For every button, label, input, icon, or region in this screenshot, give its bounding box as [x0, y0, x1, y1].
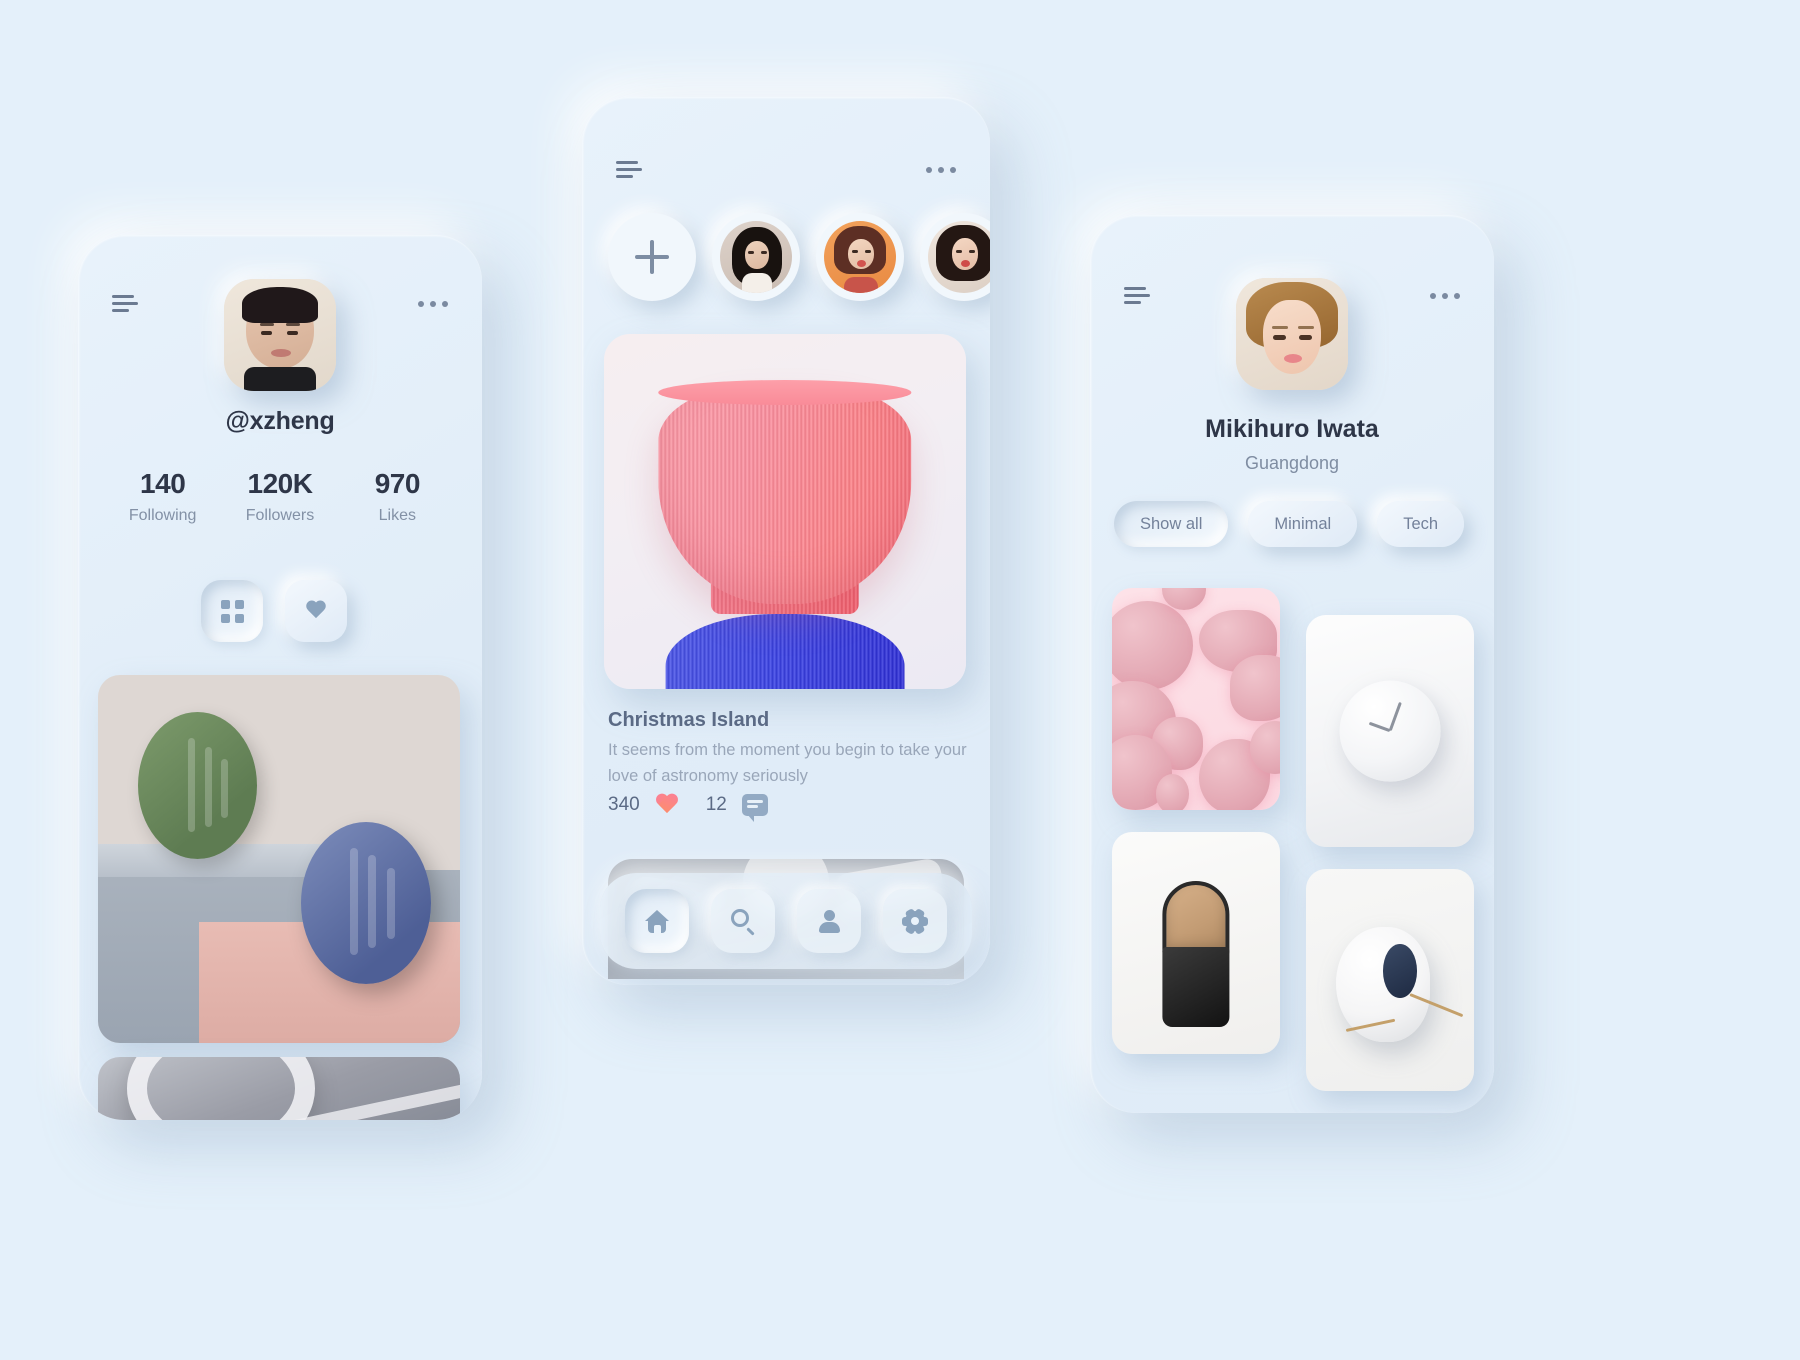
story-avatar-3[interactable]	[920, 213, 990, 301]
post-description: It seems from the moment you begin to ta…	[608, 737, 970, 790]
stat-label: Likes	[378, 506, 416, 524]
clock-dial	[1339, 680, 1441, 782]
story-avatar-1[interactable]	[712, 213, 800, 301]
3d-vase-render-photo[interactable]	[604, 334, 966, 689]
heart-icon	[305, 601, 327, 621]
profile-screen-card: @xzheng 140 Following 120K Followers 970…	[78, 235, 482, 1120]
profile-stats: 140 Following 120K Followers 970 Likes	[104, 468, 456, 525]
profile-username: @xzheng	[225, 407, 335, 435]
more-options-icon[interactable]	[418, 301, 448, 307]
add-story-button[interactable]	[608, 213, 696, 301]
white-mouse-tile[interactable]	[1306, 869, 1474, 1091]
gear-icon	[902, 907, 928, 935]
home-icon	[645, 909, 669, 933]
stories-row[interactable]	[608, 213, 990, 301]
comment-count: 12	[705, 794, 727, 815]
avatar-face-illustration	[1236, 278, 1348, 390]
hamburger-menu-icon[interactable]	[1124, 287, 1150, 305]
stat-label: Followers	[245, 506, 315, 524]
feed-topbar	[582, 161, 990, 179]
still-life-green-blue-photo[interactable]	[98, 675, 460, 1043]
stat-value: 970	[374, 468, 421, 499]
search-icon	[730, 908, 756, 936]
gallery-profile-avatar[interactable]	[1236, 278, 1348, 390]
heart-icon[interactable]	[655, 794, 679, 816]
nav-settings[interactable]	[883, 889, 947, 953]
gallery-screen-card: Mikihuro Iwata Guangdong Show all Minima…	[1090, 215, 1494, 1113]
post-description-line-2: love of astronomy seriously	[608, 767, 808, 786]
white-clock-tile[interactable]	[1306, 615, 1474, 847]
nav-home[interactable]	[625, 889, 689, 953]
post-engagement-row: 340 12	[608, 794, 768, 822]
liked-view-tab[interactable]	[285, 580, 347, 642]
pink-blobs-tile[interactable]	[1112, 588, 1280, 810]
filter-chip-minimal[interactable]: Minimal	[1248, 501, 1358, 547]
stat-label: Following	[128, 506, 197, 524]
stat-followers[interactable]: 120K Followers	[221, 468, 338, 525]
grid-icon	[220, 599, 244, 623]
stat-value: 140	[140, 468, 186, 499]
nav-profile[interactable]	[797, 889, 861, 953]
person-icon	[817, 909, 841, 933]
more-options-icon[interactable]	[1430, 293, 1460, 299]
feed-screen-card: Christmas Island It seems from the momen…	[582, 97, 990, 985]
stat-following[interactable]: 140 Following	[104, 468, 221, 525]
stat-value: 120K	[247, 468, 313, 499]
nav-search[interactable]	[711, 889, 775, 953]
filter-chips-row: Show all Minimal Tech	[1114, 501, 1465, 547]
like-count: 340	[608, 794, 640, 815]
hamburger-menu-icon[interactable]	[616, 161, 642, 179]
filter-chip-show-all[interactable]: Show all	[1114, 501, 1229, 547]
profile-avatar[interactable]	[224, 279, 336, 391]
grid-view-tab[interactable]	[201, 580, 263, 642]
bottom-navigation-bar	[600, 873, 972, 969]
wood-black-object-tile[interactable]	[1112, 832, 1280, 1054]
more-options-icon[interactable]	[926, 167, 956, 173]
avatar-face-illustration	[224, 279, 336, 391]
post-title: Christmas Island	[608, 709, 770, 731]
grey-abstract-photo[interactable]	[98, 1057, 460, 1120]
gallery-user-name: Mikihuro Iwata	[1205, 415, 1379, 443]
comment-bubble-icon[interactable]	[741, 794, 768, 822]
screenshot-stage: @xzheng 140 Following 120K Followers 970…	[0, 0, 1800, 1360]
hamburger-menu-icon[interactable]	[112, 295, 138, 313]
plus-icon	[635, 240, 669, 274]
gallery-user-location: Guangdong	[1244, 453, 1340, 473]
stat-likes[interactable]: 970 Likes	[339, 468, 456, 525]
post-description-line-1: It seems from the moment you begin to ta…	[608, 741, 967, 759]
story-avatar-2[interactable]	[816, 213, 904, 301]
filter-chip-tech[interactable]: Tech	[1377, 501, 1465, 547]
